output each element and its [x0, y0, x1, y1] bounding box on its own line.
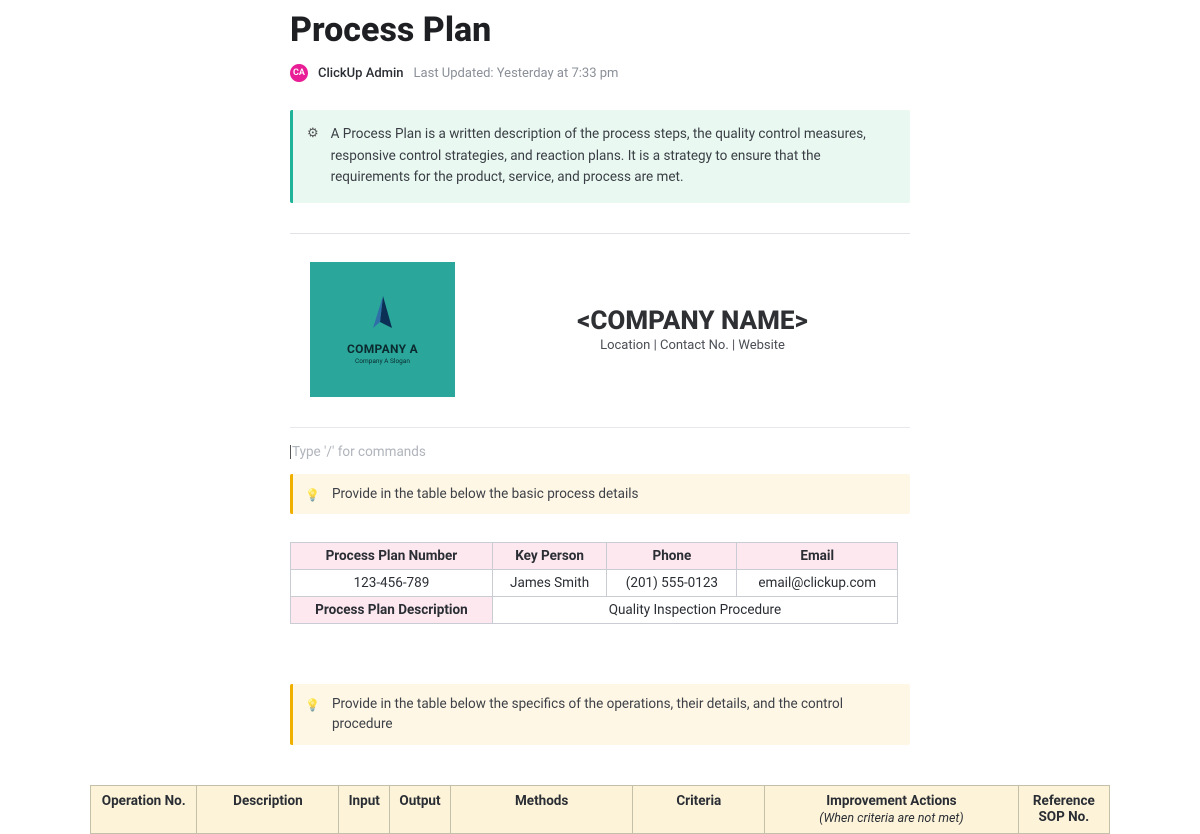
slash-placeholder-text: Type '/' for commands — [292, 444, 426, 460]
table-header-row: Operation No. Description Input Output M… — [91, 785, 1110, 833]
divider — [290, 233, 910, 234]
cell-email[interactable]: email@clickup.com — [737, 570, 898, 597]
operations-table[interactable]: Operation No. Description Input Output M… — [90, 785, 1110, 834]
author-name[interactable]: ClickUp Admin — [318, 66, 404, 81]
gear-icon: ⚙ — [307, 126, 319, 189]
hint-text: Provide in the table below the basic pro… — [332, 484, 639, 504]
hint-basic-details: 💡 Provide in the table below the basic p… — [290, 474, 910, 514]
company-subline[interactable]: Location | Contact No. | Website — [495, 338, 890, 353]
col-improvement-actions: Improvement Actions (When criteria are n… — [765, 785, 1018, 833]
hint-operations: 💡 Provide in the table below the specifi… — [290, 684, 910, 745]
slash-command-input[interactable]: Type '/' for commands — [290, 440, 910, 474]
col-key-person: Key Person — [492, 543, 606, 570]
cell-plan-number[interactable]: 123-456-789 — [291, 570, 493, 597]
byline: CA ClickUp Admin Last Updated: Yesterday… — [290, 64, 910, 82]
logo-mark-icon — [368, 294, 398, 334]
last-updated-label: Last Updated: Yesterday at 7:33 pm — [414, 66, 619, 81]
page-title: Process Plan — [290, 10, 910, 50]
lightbulb-icon: 💡 — [305, 486, 320, 504]
logo-company-name: COMPANY A — [347, 342, 418, 356]
intro-callout: ⚙ A Process Plan is a written descriptio… — [290, 110, 910, 203]
company-logo: COMPANY A Company A Slogan — [310, 262, 455, 397]
company-name-placeholder[interactable]: <COMPANY NAME> — [495, 306, 890, 336]
author-avatar[interactable]: CA — [290, 64, 308, 82]
intro-text: A Process Plan is a written description … — [331, 124, 892, 189]
col-methods: Methods — [450, 785, 633, 833]
company-header-row: COMPANY A Company A Slogan <COMPANY NAME… — [290, 248, 910, 428]
process-details-table[interactable]: Process Plan Number Key Person Phone Ema… — [290, 542, 898, 624]
hint-text: Provide in the table below the specifics… — [332, 694, 894, 735]
col-plan-number: Process Plan Number — [291, 543, 493, 570]
cell-key-person[interactable]: James Smith — [492, 570, 606, 597]
table-row[interactable]: Process Plan Description Quality Inspect… — [291, 597, 898, 624]
col-output: Output — [390, 785, 451, 833]
col-input: Input — [339, 785, 390, 833]
col-reference-sop: Reference SOP No. — [1018, 785, 1109, 833]
col-description: Description — [197, 785, 339, 833]
table-row[interactable]: 123-456-789 James Smith (201) 555-0123 e… — [291, 570, 898, 597]
lightbulb-icon: 💡 — [305, 696, 320, 735]
col-improvement-sub: (When criteria are not met) — [773, 811, 1009, 826]
cell-description[interactable]: Quality Inspection Procedure — [492, 597, 897, 624]
cell-phone[interactable]: (201) 555-0123 — [607, 570, 737, 597]
col-phone: Phone — [607, 543, 737, 570]
row-label-description: Process Plan Description — [291, 597, 493, 624]
col-criteria: Criteria — [633, 785, 765, 833]
col-operation-no: Operation No. — [91, 785, 197, 833]
logo-slogan: Company A Slogan — [355, 357, 410, 365]
col-email: Email — [737, 543, 898, 570]
table-header-row: Process Plan Number Key Person Phone Ema… — [291, 543, 898, 570]
